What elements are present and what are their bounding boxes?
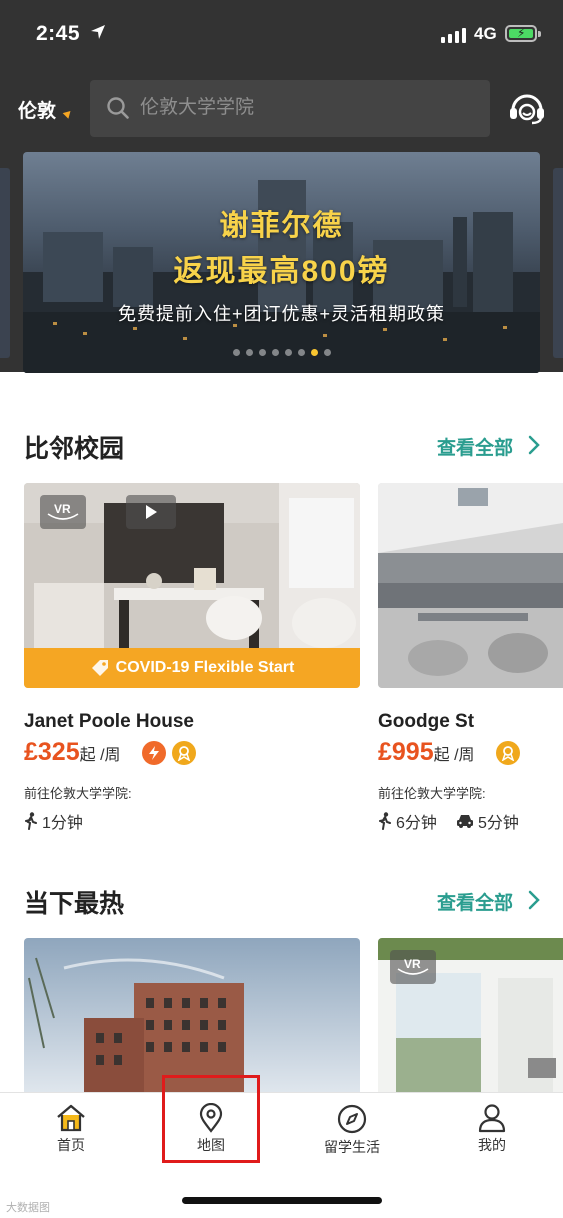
carousel-dot[interactable] [297,349,305,356]
see-all-hot-link[interactable]: 查看全部 [437,888,513,915]
carousel-dot[interactable] [232,349,240,356]
compass-icon [337,1104,367,1134]
commute-destination: 前往伦敦大学学院: [24,786,132,801]
property-card[interactable]: Goodge St £995起 /周 前往伦敦大学学院: 6分钟 5分钟 [378,483,563,833]
svg-text:VR: VR [54,502,71,516]
carousel-dot[interactable] [258,349,266,356]
walk-time-value: 1分钟 [42,815,83,832]
walk-time-value: 6分钟 [396,815,437,832]
property-price: £325起 /周 [24,738,121,767]
tab-label: 我的 [478,1137,506,1153]
vr-icon: VR [47,502,79,520]
video-tag[interactable] [126,495,176,529]
covid-banner-text: COVID-19 Flexible Start [115,659,295,676]
status-time: 2:45 [36,22,81,45]
carousel-dots[interactable] [23,349,540,356]
tag-icon [91,660,108,676]
commute-destination: 前往伦敦大学学院: [378,786,486,801]
property-name[interactable]: Goodge St [378,711,474,733]
tab-me[interactable]: 我的 [442,1103,542,1155]
city-selector[interactable]: 伦敦 [18,96,56,123]
tab-label: 首页 [57,1137,85,1153]
price-value: £325 [24,738,80,766]
vr-tag[interactable]: VR [390,950,436,984]
walk-icon [379,812,391,830]
property-card[interactable]: VR [378,938,563,1092]
battery-icon: ⚡ [505,25,537,42]
carousel-dot[interactable] [323,349,331,356]
drive-time: 5分钟 [456,809,519,833]
play-icon [146,505,157,519]
chevron-right-icon[interactable] [527,889,541,911]
headset-icon[interactable] [508,90,546,126]
building-photo [24,938,360,1092]
banner-title: 谢菲尔德 [219,210,344,242]
section-title-hot: 当下最热 [24,890,125,918]
signal-icon [441,27,466,43]
banner-title-2: 返现最高800镑 [173,255,390,288]
status-bar: 2:45 4G ⚡ [0,0,563,70]
property-image[interactable] [24,938,360,1092]
banner-prev-peek [0,168,10,358]
network-type: 4G [474,24,497,43]
home-icon [57,1104,85,1132]
location-arrow-icon [91,25,105,39]
watermark: 大数据图 [6,1202,50,1214]
price-value: £995 [378,738,434,766]
walk-time: 6分钟 [378,809,437,833]
banner-subtitle: 免费提前入住+团订优惠+灵活租期政策 [117,304,446,324]
covid-flexible-banner: COVID-19 Flexible Start [24,648,360,688]
property-name[interactable]: Janet Poole House [24,711,194,733]
property-image[interactable]: VR [378,938,563,1092]
tab-study-life[interactable]: 留学生活 [302,1103,402,1157]
property-card[interactable] [24,938,360,1092]
user-icon [478,1104,506,1133]
property-card[interactable]: VR COVID-19 Flexible Start Janet Poole H… [24,483,360,833]
banner-next-peek [553,168,563,358]
flash-icon [142,741,166,765]
map-tab-highlight-box [162,1075,260,1163]
drive-time-value: 5分钟 [478,815,519,832]
banner-slide[interactable]: 谢菲尔德 返现最高800镑 免费提前入住+团订优惠+灵活租期政策 [23,152,540,373]
price-unit: 起 /周 [79,747,121,764]
property-image[interactable]: VR COVID-19 Flexible Start [24,483,360,688]
search-input[interactable] [140,94,470,122]
vr-tag[interactable]: VR [40,495,86,529]
carousel-dot[interactable] [310,349,318,356]
carousel-dot[interactable] [245,349,253,356]
carousel-dot[interactable] [284,349,292,356]
chevron-right-icon[interactable] [527,434,541,456]
home-indicator[interactable] [182,1197,382,1204]
tab-home[interactable]: 首页 [21,1103,121,1155]
search-icon [107,97,129,119]
property-image[interactable] [378,483,563,688]
award-icon [496,741,520,765]
search-bar[interactable] [90,80,490,137]
car-icon [457,815,473,828]
svg-text:VR: VR [404,957,421,971]
price-unit: 起 /周 [433,747,475,764]
banner-carousel[interactable]: 谢菲尔德 返现最高800镑 免费提前入住+团订优惠+灵活租期政策 [0,152,563,374]
tab-label: 留学生活 [324,1139,380,1155]
walk-icon [25,812,37,830]
see-all-nearby-link[interactable]: 查看全部 [437,433,513,460]
property-price: £995起 /周 [378,738,475,767]
walk-time: 1分钟 [24,809,83,833]
carousel-dot[interactable] [271,349,279,356]
award-icon [172,741,196,765]
kitchen-photo [378,483,563,688]
vr-icon: VR [397,957,429,975]
section-title-nearby: 比邻校园 [24,435,125,463]
